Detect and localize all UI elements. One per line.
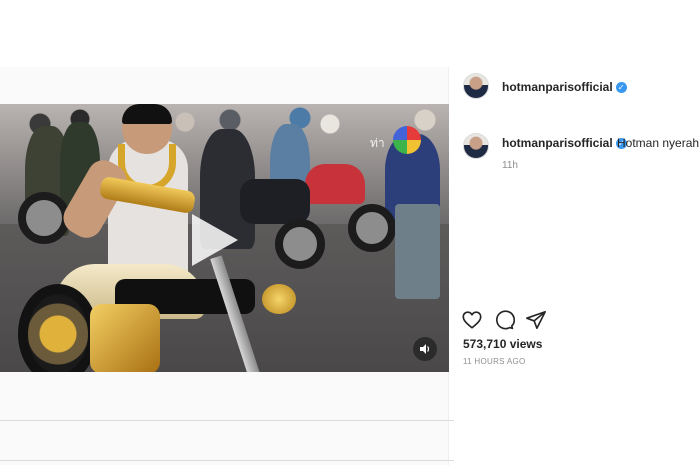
avatar[interactable] — [463, 73, 489, 99]
video-overlay-text: ท่า — [370, 136, 385, 150]
mute-button[interactable] — [413, 337, 437, 361]
divider — [0, 420, 454, 421]
post-video[interactable]: ท่า — [0, 104, 449, 372]
view-count[interactable]: 573,710 views — [463, 337, 542, 351]
comment-icon[interactable] — [493, 309, 515, 331]
post-header-username[interactable]: hotmanparisofficial ✓ — [502, 80, 627, 94]
caption-avatar[interactable] — [463, 133, 489, 159]
play-icon[interactable] — [190, 212, 240, 268]
caption-timestamp[interactable]: 11h — [502, 160, 518, 171]
caption-username[interactable]: hotmanparisofficial ✓ — [502, 136, 627, 150]
divider — [0, 460, 454, 461]
speaker-icon — [420, 344, 430, 354]
paper-plane-icon[interactable] — [525, 309, 547, 331]
channel-logo-watermark — [393, 126, 421, 154]
caption-text: Hotman nyerah — [617, 136, 700, 150]
verified-badge-icon: ✓ — [615, 82, 627, 93]
username-text[interactable]: hotmanparisofficial — [502, 80, 613, 94]
heart-icon[interactable] — [461, 309, 483, 331]
page-top-area — [0, 0, 700, 67]
post-timestamp[interactable]: 11 HOURS AGO — [463, 357, 526, 366]
caption-username-text[interactable]: hotmanparisofficial — [502, 136, 613, 150]
